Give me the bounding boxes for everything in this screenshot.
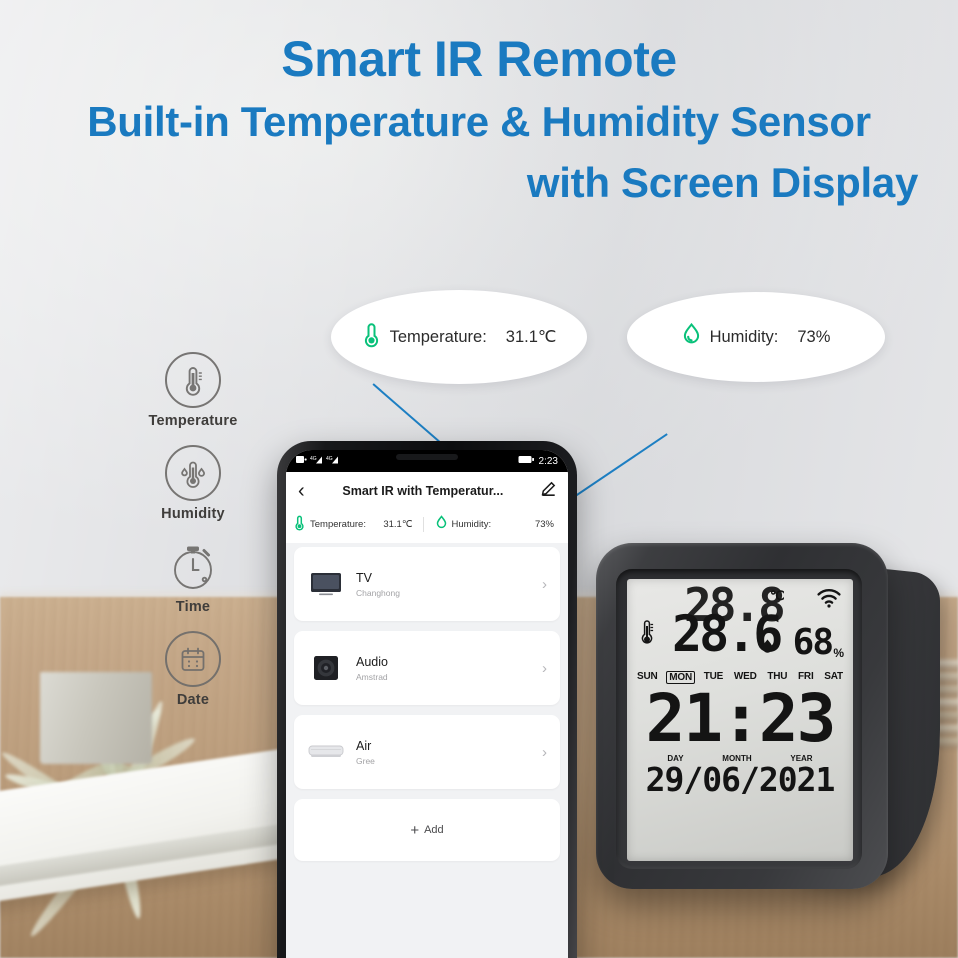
speaker-icon: [307, 651, 345, 685]
add-device-label: Add: [424, 824, 444, 836]
device-text: TV Changhong: [356, 571, 400, 598]
phone-mockup: 4G 4G 2:23 ‹ Smart IR with Temperatur...: [277, 441, 577, 958]
sensor-humidity: Humidity: 73%: [428, 515, 561, 534]
humidity-thermometer-icon: [165, 445, 221, 501]
lcd-screen: 28.8 ℃ 28.6 68 % SUN MON TUE WED THU FRI SAT 2…: [627, 579, 853, 861]
thermometer-icon: [294, 515, 305, 534]
page-title: Smart IR Remote: [281, 31, 677, 87]
app-header: ‹ Smart IR with Temperatur...: [286, 472, 568, 510]
device-brand: Changhong: [356, 587, 400, 598]
stopwatch-icon: [165, 538, 221, 594]
list-item[interactable]: TV Changhong ›: [294, 547, 560, 621]
chevron-right-icon: ›: [542, 743, 547, 761]
sensor-temperature: Temperature: 31.1℃: [294, 515, 419, 534]
lcd-top-row: 28.8 ℃ 28.6 68 %: [634, 582, 846, 670]
lcd-temperature-unit: ℃: [770, 588, 785, 603]
feature-date: Date: [143, 631, 243, 708]
back-button[interactable]: ‹: [298, 481, 305, 501]
phone-notch: [396, 454, 458, 460]
battery-icon: [518, 455, 535, 467]
device-brand: Gree: [356, 755, 375, 766]
signal-icon: 4G: [310, 455, 323, 467]
feature-humidity: Humidity: [143, 445, 243, 522]
product-marketing-image: Smart IR Remote Built-in Temperature & H…: [0, 0, 958, 958]
lcd-sensor-device: 28.8 ℃ 28.6 68 % SUN MON TUE WED THU FRI SAT 2…: [596, 535, 940, 905]
device-name: Audio: [356, 654, 388, 669]
svg-text:4G: 4G: [310, 456, 317, 462]
sensor-value: 31.1℃: [383, 519, 413, 530]
callout-label: Humidity:: [709, 327, 779, 346]
status-bar: 4G 4G 2:23: [286, 450, 568, 472]
chevron-right-icon: ›: [542, 659, 547, 677]
feature-time: Time: [143, 538, 243, 615]
feature-label: Time: [175, 599, 211, 615]
page-subtitle: Built-in Temperature & Humidity Sensor w…: [0, 86, 958, 214]
water-drop-icon: [436, 515, 447, 534]
phone-screen: 4G 4G 2:23 ‹ Smart IR with Temperatur...: [286, 450, 568, 958]
lcd-date: 29/06/2021: [645, 760, 836, 799]
feature-temperature: Temperature: [143, 352, 243, 429]
add-device-button[interactable]: + Add: [294, 799, 560, 861]
lcd-humidity-value: 68: [792, 622, 834, 663]
callout-value: 73%: [797, 327, 831, 346]
pencil-icon[interactable]: [541, 481, 556, 501]
sim-icon: [296, 455, 307, 467]
chevron-right-icon: ›: [542, 575, 547, 593]
air-conditioner-icon: [307, 735, 345, 769]
list-item[interactable]: Air Gree ›: [294, 715, 560, 789]
subtitle-line-2: with Screen Display: [526, 158, 918, 206]
app-title: Smart IR with Temperatur...: [342, 484, 504, 498]
tv-icon: [307, 567, 345, 601]
feature-label: Temperature: [148, 413, 238, 429]
sensor-value: 73%: [534, 519, 554, 530]
device-name: Air: [356, 738, 372, 753]
thermometer-icon: [362, 322, 381, 353]
sensor-label: Temperature:: [310, 519, 366, 530]
lcd-humidity-unit: %: [833, 646, 844, 660]
subtitle-line-1: Built-in Temperature & Humidity Sensor: [87, 98, 871, 145]
lcd-clock: 21:23: [645, 680, 837, 757]
wifi-icon: [816, 588, 842, 613]
status-bar-right: 2:23: [518, 455, 558, 467]
signal-icon-2: 4G: [326, 455, 339, 467]
status-bar-left: 4G 4G: [296, 455, 339, 467]
water-drop-icon: [682, 322, 701, 353]
svg-text:4G: 4G: [326, 456, 333, 462]
list-item[interactable]: Audio Amstrad ›: [294, 631, 560, 705]
sensor-readout-bar: Temperature: 31.1℃ Humidity: 73%: [286, 510, 568, 543]
headline-block: Smart IR Remote Built-in Temperature & H…: [0, 32, 958, 214]
thermometer-icon: [639, 618, 655, 653]
device-brand: Amstrad: [356, 671, 388, 682]
callout-humidity: Humidity: 73%: [627, 292, 885, 382]
water-drop-icon: [761, 638, 774, 661]
feature-label: Date: [176, 692, 210, 708]
concrete-pot: [40, 672, 152, 764]
device-shell: 28.8 ℃ 28.6 68 % SUN MON TUE WED THU FRI SAT 2…: [596, 543, 888, 889]
sensor-label: Humidity:: [451, 519, 492, 530]
callout-label: Temperature:: [389, 327, 487, 346]
sensor-divider: [422, 517, 424, 532]
device-name: TV: [356, 570, 372, 585]
device-text: Audio Amstrad: [356, 655, 388, 682]
device-text: Air Gree: [356, 739, 375, 766]
thermometer-icon: [165, 352, 221, 408]
callout-value: 31.1℃: [505, 328, 557, 346]
feature-label: Humidity: [161, 506, 225, 522]
feature-icon-column: Temperature Humidity Time Date: [143, 352, 243, 724]
calendar-icon: [165, 631, 221, 687]
plus-icon: +: [410, 821, 420, 839]
device-list: TV Changhong › Audio Amstrad › Air Gree …: [286, 543, 568, 958]
callout-temperature: Temperature: 31.1℃: [331, 290, 587, 384]
status-bar-clock: 2:23: [538, 455, 558, 467]
